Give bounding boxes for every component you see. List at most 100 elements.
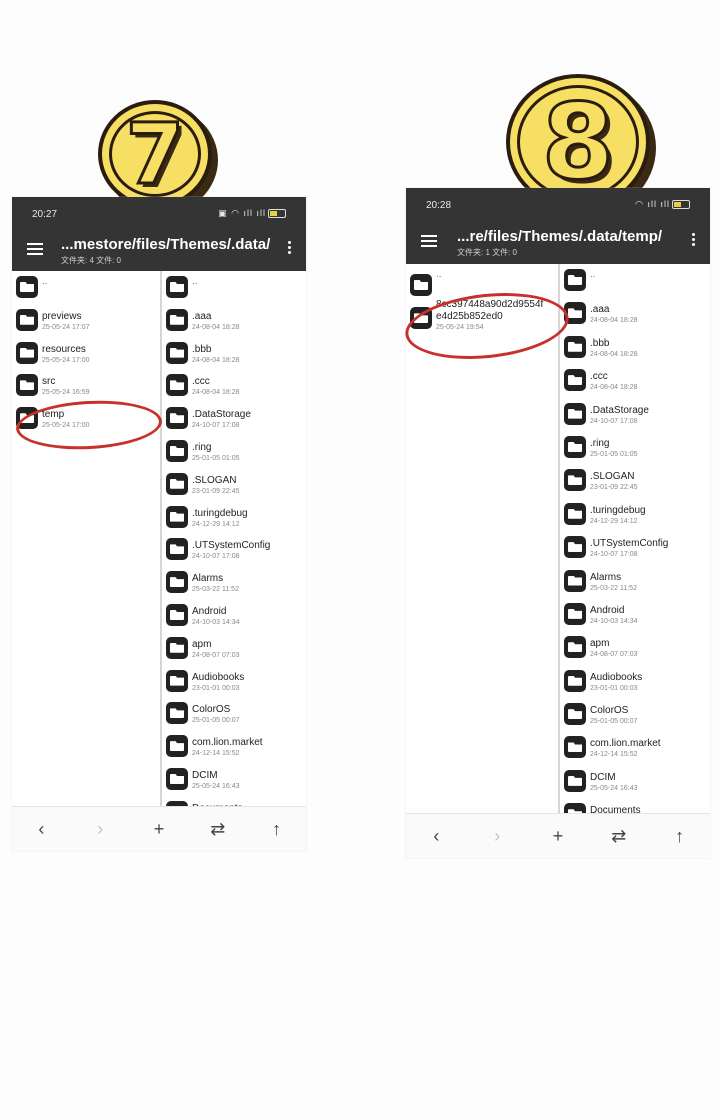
folder-date: 25-05-24 16:43 xyxy=(192,782,240,790)
phone-screenshot-step-8: 20:28 ◠ ıll ıll ...re/files/Themes/.data… xyxy=(406,188,710,858)
folder-row[interactable]: .. xyxy=(406,264,556,297)
folder-row[interactable]: .. xyxy=(12,271,160,304)
back-button[interactable]: ‹ xyxy=(21,819,61,840)
folder-name: apm xyxy=(590,638,610,650)
folder-name: .ccc xyxy=(590,371,608,383)
folder-name: .. xyxy=(42,276,48,287)
folder-date: 23-01-09 22:45 xyxy=(192,487,240,495)
folder-row[interactable]: .ccc 24-08-04 18:28 xyxy=(162,369,306,402)
more-options-icon[interactable] xyxy=(692,233,696,248)
folder-name: .. xyxy=(192,276,198,287)
folder-row[interactable]: .aaa 24-08-04 18:28 xyxy=(560,297,710,330)
bottom-toolbar: ‹ › + ⇄ ↑ xyxy=(12,806,306,851)
folder-date: 24-08-04 18:28 xyxy=(590,384,638,392)
folder-name: DCIM xyxy=(192,769,218,781)
folder-row[interactable]: ColorOS 25-01-05 00:07 xyxy=(560,698,710,731)
forward-button[interactable]: › xyxy=(80,819,120,840)
folder-name: .bbb xyxy=(590,337,610,349)
folder-row[interactable]: Audiobooks 23-01-01 00:03 xyxy=(560,665,710,698)
folder-row[interactable]: .ring 25-01-05 01:05 xyxy=(162,435,306,468)
folder-row[interactable]: DCIM 25-05-24 16:43 xyxy=(162,763,306,796)
folder-row[interactable]: apm 24-08-07 07:03 xyxy=(162,632,306,665)
folder-icon xyxy=(166,505,188,528)
folder-date: 24-08-07 07:03 xyxy=(590,651,638,659)
folder-row[interactable]: .turingdebug 24-12-29 14:12 xyxy=(560,498,710,531)
folder-name: ColorOS xyxy=(192,704,231,716)
folder-icon xyxy=(166,472,188,495)
folder-date: 24-12-14 15:52 xyxy=(590,751,638,759)
forward-button[interactable]: › xyxy=(477,826,517,847)
folder-icon xyxy=(166,767,188,790)
add-button[interactable]: + xyxy=(139,819,179,840)
folder-file-count: 文件夹: 1 文件: 0 xyxy=(457,248,518,257)
folder-row[interactable]: Audiobooks 23-01-01 00:03 xyxy=(162,665,306,698)
folder-date: 25-01-05 01:05 xyxy=(590,450,638,458)
folder-row[interactable]: com.lion.market 24-12-14 15:52 xyxy=(560,731,710,764)
folder-row[interactable]: ColorOS 25-01-05 00:07 xyxy=(162,697,306,730)
folder-row[interactable]: apm 24-08-07 07:03 xyxy=(560,631,710,664)
folder-row[interactable]: .aaa 24-08-04 18:28 xyxy=(162,304,306,337)
folder-row[interactable]: .turingdebug 24-12-29 14:12 xyxy=(162,501,306,534)
up-directory-button[interactable]: ↑ xyxy=(257,819,297,840)
folder-name: .SLOGAN xyxy=(192,474,237,486)
folder-icon xyxy=(16,407,38,430)
folder-name: .turingdebug xyxy=(192,507,248,519)
folder-icon xyxy=(564,736,586,759)
folder-row[interactable]: .bbb 24-08-04 18:28 xyxy=(560,331,710,364)
folder-row[interactable]: .UTSystemConfig 24-10-07 17:08 xyxy=(162,533,306,566)
folder-name: .UTSystemConfig xyxy=(590,538,669,550)
folder-date: 23-01-01 00:03 xyxy=(192,684,240,692)
folder-row[interactable]: previews 25-05-24 17:07 xyxy=(12,304,160,337)
folder-row[interactable]: .. xyxy=(560,264,710,297)
add-button[interactable]: + xyxy=(538,826,578,847)
folder-date: 25-03-22 11:52 xyxy=(590,584,637,592)
folder-icon xyxy=(166,735,188,758)
folder-row[interactable]: .UTSystemConfig 24-10-07 17:08 xyxy=(560,531,710,564)
folder-row[interactable]: .ring 25-01-05 01:05 xyxy=(560,431,710,464)
folder-date: 25-05-24 17:00 xyxy=(42,422,90,430)
back-button[interactable]: ‹ xyxy=(416,826,456,847)
folder-row[interactable]: com.lion.market 24-12-14 15:52 xyxy=(162,730,306,763)
folder-name: .SLOGAN xyxy=(590,471,635,483)
folder-icon xyxy=(16,308,38,331)
folder-icon xyxy=(166,439,188,462)
more-options-icon[interactable] xyxy=(288,241,292,256)
swap-panes-button[interactable]: ⇄ xyxy=(599,826,639,847)
folder-row[interactable]: .SLOGAN 23-01-09 22:45 xyxy=(162,468,306,501)
folder-icon xyxy=(410,307,432,330)
folder-name: Audiobooks xyxy=(192,671,245,683)
folder-row[interactable]: Documents xyxy=(560,798,710,814)
right-pane: .. .aaa 24-08-04 18:28 .bbb 24-08-04 18:28 .c… xyxy=(558,264,710,814)
folder-row[interactable]: temp 25-05-24 17:00 xyxy=(12,402,160,435)
folder-date: 24-08-07 07:03 xyxy=(192,651,240,659)
folder-icon xyxy=(166,571,188,594)
folder-row[interactable]: Alarms 25-03-22 11:52 xyxy=(560,565,710,598)
folder-row[interactable]: .bbb 24-08-04 18:28 xyxy=(162,337,306,370)
folder-row[interactable]: src 25-05-24 16:59 xyxy=(12,369,160,402)
left-pane: .. previews 25-05-24 17:07 resources 25-05-2… xyxy=(12,271,160,807)
battery-icon xyxy=(268,209,286,219)
folder-icon xyxy=(166,407,188,430)
hamburger-menu-icon[interactable] xyxy=(421,235,437,247)
folder-row[interactable]: .SLOGAN 23-01-09 22:45 xyxy=(560,464,710,497)
folder-row[interactable]: Android 24-10-03 14:34 xyxy=(162,599,306,632)
folder-row[interactable]: resources 25-05-24 17:00 xyxy=(12,337,160,370)
folder-row[interactable]: .ccc 24-08-04 18:28 xyxy=(560,364,710,397)
folder-name: com.lion.market xyxy=(590,738,661,750)
folder-row[interactable]: .. xyxy=(162,271,306,304)
up-directory-button[interactable]: ↑ xyxy=(660,826,700,847)
folder-row[interactable]: .DataStorage 24-10-07 17:08 xyxy=(162,402,306,435)
folder-name: .UTSystemConfig xyxy=(192,540,271,552)
folder-row[interactable]: Alarms 25-03-22 11:52 xyxy=(162,566,306,599)
folder-row[interactable]: Android 24-10-03 14:34 xyxy=(560,598,710,631)
folder-row[interactable]: 8cc397448a90d2d9554fe4d25b852ed0 25-05-24… xyxy=(406,297,556,331)
folder-row[interactable]: .DataStorage 24-10-07 17:08 xyxy=(560,398,710,431)
folder-icon xyxy=(166,538,188,561)
folder-icon xyxy=(166,702,188,725)
folder-name: 8cc397448a90d2d9554fe4d25b852ed0 xyxy=(436,299,544,323)
folder-icon xyxy=(166,341,188,364)
folder-row[interactable]: DCIM 25-05-24 16:43 xyxy=(560,765,710,798)
swap-panes-button[interactable]: ⇄ xyxy=(198,819,238,840)
hamburger-menu-icon[interactable] xyxy=(27,243,43,255)
folder-name: .ring xyxy=(590,437,610,449)
